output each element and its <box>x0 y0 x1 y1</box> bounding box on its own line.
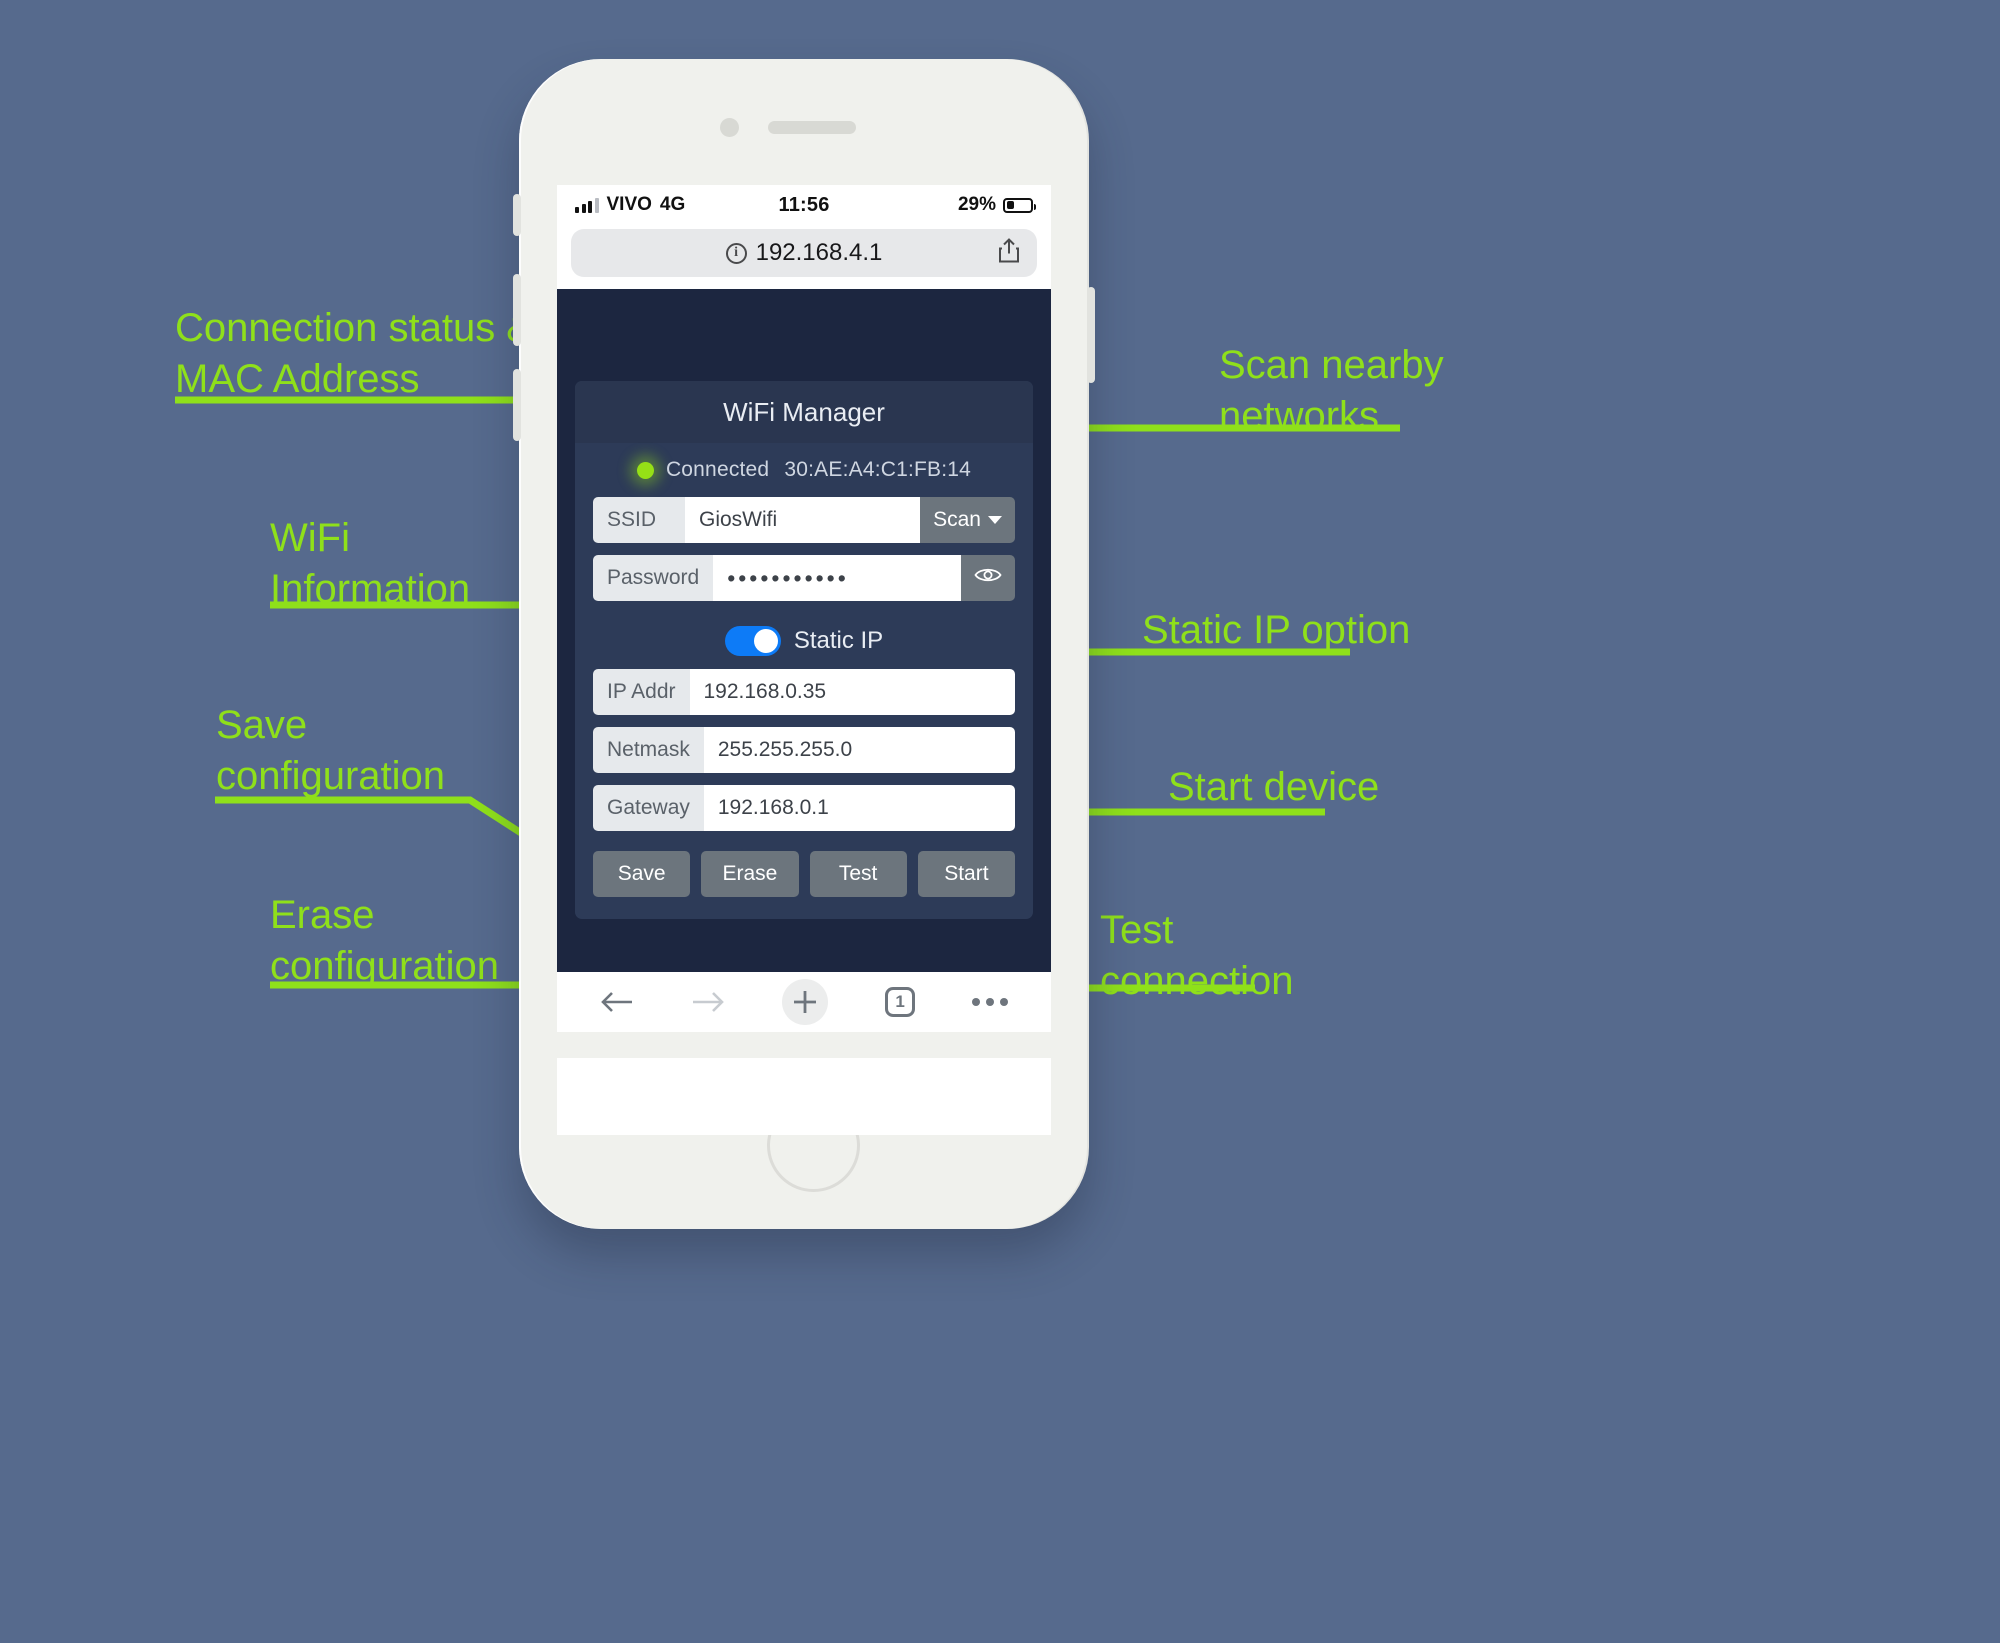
annotation-connection-status: Connection status & MAC Address <box>175 306 533 402</box>
toolbar-bottom-pad <box>557 1032 1051 1058</box>
start-button[interactable]: Start <box>917 851 1015 897</box>
power-button[interactable] <box>1087 287 1095 383</box>
url-label: 192.168.4.1 <box>755 239 883 266</box>
ip-addr-input[interactable]: 192.168.0.35 <box>689 669 1015 715</box>
ip-addr-label: IP Addr <box>593 669 690 715</box>
netmask-label: Netmask <box>593 727 704 773</box>
new-tab-button[interactable] <box>781 979 828 1025</box>
netmask-field-group: Netmask 255.255.255.0 <box>593 727 1015 773</box>
info-icon[interactable]: i <box>725 242 747 264</box>
password-label: Password <box>593 555 714 601</box>
ssid-input[interactable]: GiosWifi <box>685 497 921 543</box>
password-field-group: Password ••••••••••• <box>593 555 1015 601</box>
static-ip-label: Static IP <box>793 627 884 654</box>
earpiece-speaker <box>768 121 856 134</box>
battery-icon <box>1003 197 1036 213</box>
clock-label: 11:56 <box>778 193 830 216</box>
volume-up-button[interactable] <box>513 274 521 346</box>
password-input[interactable]: ••••••••••• <box>713 555 961 601</box>
scan-button[interactable]: Scan <box>920 497 1015 543</box>
mute-switch[interactable] <box>513 194 521 236</box>
erase-button[interactable]: Erase <box>701 851 799 897</box>
url-text-group: i 192.168.4.1 <box>725 239 883 267</box>
chevron-down-icon <box>988 516 1002 524</box>
card-body: Connected 30:AE:A4:C1:FB:14 SSID GiosWif… <box>575 443 1033 919</box>
annotation-erase-configuration: Erase configuration <box>270 893 500 989</box>
annotation-wifi-information: WiFi Information <box>270 516 471 612</box>
annotation-start-device: Start device <box>1168 765 1380 809</box>
ssid-field-group: SSID GiosWifi Scan <box>593 497 1015 543</box>
static-ip-toggle-row: Static IP <box>593 613 1015 669</box>
netmask-input[interactable]: 255.255.255.0 <box>703 727 1015 773</box>
annotation-static-ip-option: Static IP option <box>1142 608 1411 652</box>
phone-screen: VIVO 4G 11:56 29% i 192.168.4.1 WiFi Man… <box>557 185 1051 1135</box>
status-text-group: Connected 30:AE:A4:C1:FB:14 <box>666 458 971 482</box>
front-camera-icon <box>720 118 739 137</box>
phone-mockup: VIVO 4G 11:56 29% i 192.168.4.1 WiFi Man… <box>513 59 1095 1229</box>
toggle-password-visibility-button[interactable] <box>961 555 1015 601</box>
ssid-label: SSID <box>593 497 685 543</box>
gateway-label: Gateway <box>593 785 704 831</box>
tabs-button[interactable]: 1 <box>885 987 916 1017</box>
gateway-field-group: Gateway 192.168.0.1 <box>593 785 1015 831</box>
browser-url-bar-container: i 192.168.4.1 <box>557 225 1051 289</box>
share-icon[interactable] <box>997 237 1021 270</box>
static-ip-toggle[interactable] <box>724 626 781 656</box>
annotation-scan-nearby: Scan nearby networks <box>1219 343 1444 439</box>
annotation-test-connection: Test connection <box>1100 908 1294 1004</box>
page-title: WiFi Manager <box>723 396 885 427</box>
more-dots-icon[interactable] <box>972 998 1009 1006</box>
browser-bottom-toolbar: 1 <box>557 972 1051 1032</box>
forward-arrow-icon <box>691 989 725 1015</box>
wifi-manager-card: WiFi Manager Connected 30:AE:A4:C1:FB:14… <box>575 381 1033 919</box>
mac-address-label: 30:AE:A4:C1:FB:14 <box>784 458 972 481</box>
ip-addr-field-group: IP Addr 192.168.0.35 <box>593 669 1015 715</box>
web-page-content: WiFi Manager Connected 30:AE:A4:C1:FB:14… <box>557 289 1051 972</box>
gateway-input[interactable]: 192.168.0.1 <box>703 785 1015 831</box>
card-header: WiFi Manager <box>575 381 1033 443</box>
connection-state-label: Connected <box>665 458 770 481</box>
action-button-row: Save Erase Test Start <box>593 851 1015 897</box>
test-button[interactable]: Test <box>809 851 907 897</box>
volume-down-button[interactable] <box>513 369 521 441</box>
eye-icon <box>974 565 1002 591</box>
ios-status-bar: VIVO 4G 11:56 29% <box>557 185 1051 225</box>
back-arrow-icon[interactable] <box>600 989 634 1015</box>
green-led-icon <box>636 461 654 479</box>
scan-button-label: Scan <box>933 508 981 531</box>
annotation-save-configuration: Save configuration <box>216 703 446 799</box>
save-button[interactable]: Save <box>593 851 691 897</box>
url-bar[interactable]: i 192.168.4.1 <box>571 229 1037 277</box>
connection-status-row: Connected 30:AE:A4:C1:FB:14 <box>593 443 1015 497</box>
